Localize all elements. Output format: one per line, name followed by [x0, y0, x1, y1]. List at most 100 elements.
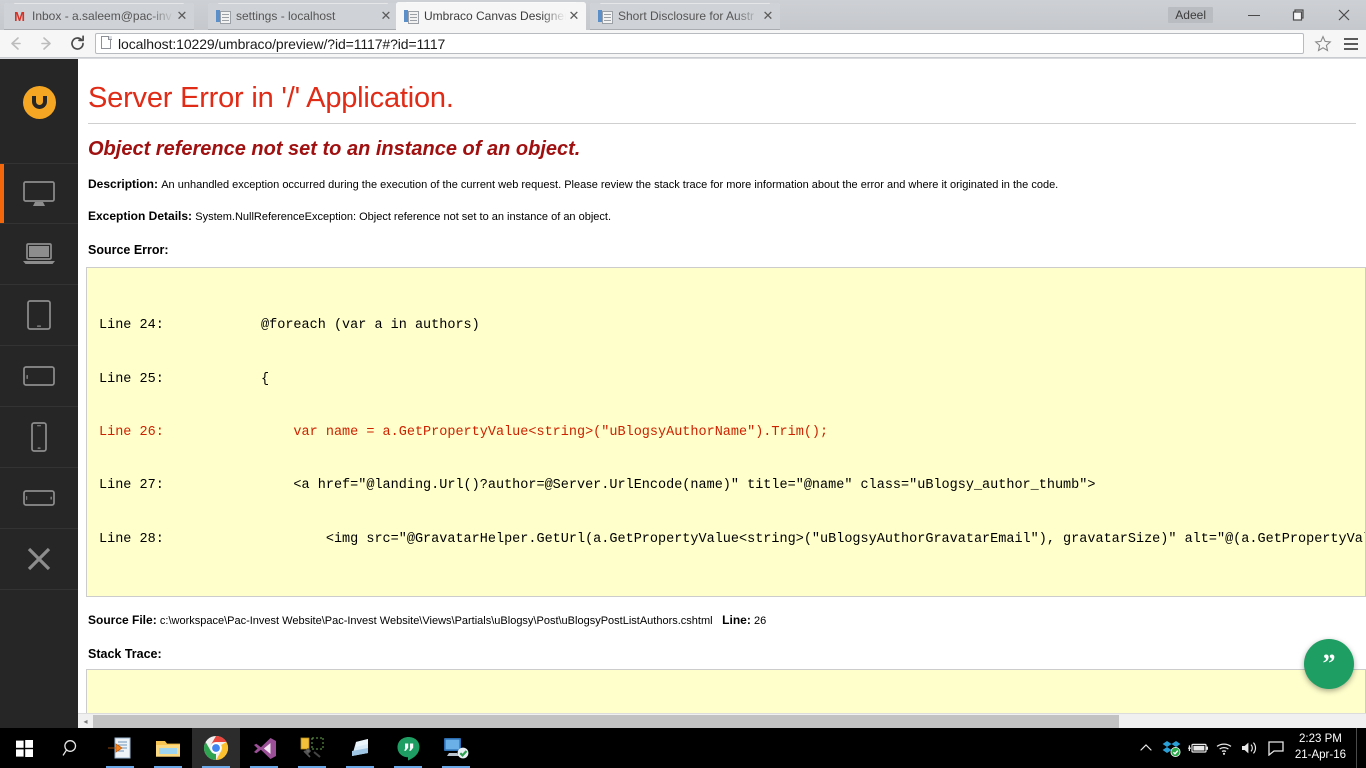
reload-icon[interactable] [62, 30, 93, 58]
battery-charging-icon [1187, 743, 1208, 753]
tab-close-icon[interactable]: ✕ [566, 8, 582, 24]
window-caption-controls: Adeel [1168, 0, 1366, 30]
chat-widget-button[interactable]: ” [1304, 639, 1354, 689]
browser-toolbar: localhost:10229/umbraco/preview/?id=1117… [0, 30, 1366, 58]
sidebar-item-preview-close[interactable] [0, 529, 78, 590]
browser-tab-short-disclosure[interactable]: Short Disclosure for Austr ✕ [590, 3, 780, 30]
tray-dropbox-icon[interactable] [1159, 728, 1185, 768]
clock-time: 2:23 PM [1299, 733, 1342, 746]
taskbar-file-explorer[interactable] [144, 728, 192, 768]
taskbar-snipping-tool[interactable] [96, 728, 144, 768]
forward-icon[interactable] [31, 30, 62, 58]
taskbar-sql-tools[interactable] [288, 728, 336, 768]
umbraco-logo-icon[interactable] [23, 86, 56, 119]
remote-desktop-icon [444, 738, 469, 759]
scrollbar-thumb[interactable] [93, 714, 1120, 728]
minimize-button[interactable] [1231, 0, 1276, 30]
user-badge[interactable]: Adeel [1168, 7, 1213, 23]
tab-strip: M Inbox - a.saleem@pac-inv ✕ settings - … [0, 0, 1366, 30]
tray-volume-icon[interactable] [1237, 728, 1263, 768]
smartphone-portrait-icon [31, 422, 47, 452]
notification-icon [1268, 741, 1284, 756]
search-icon [62, 740, 77, 756]
page-icon [216, 9, 231, 24]
exception-details-value: System.NullReferenceException: Object re… [195, 210, 612, 223]
smartphone-landscape-icon [23, 490, 55, 506]
source-error-label: Source Error: [88, 242, 169, 257]
search-button[interactable] [48, 728, 96, 768]
folder-icon [156, 741, 180, 757]
description-row: Description: An unhandled exception occu… [88, 177, 1366, 193]
error-subtitle: Object reference not set to an instance … [88, 138, 581, 160]
tablet-landscape-icon [23, 366, 55, 386]
tab-label: settings - localhost [236, 9, 336, 23]
clock-date: 21-Apr-16 [1294, 749, 1346, 761]
chevron-up-icon [1140, 744, 1152, 751]
volume-icon [1242, 742, 1257, 754]
taskbar-visual-studio[interactable] [240, 728, 288, 768]
clock[interactable]: 2:23 PM 21-Apr-16 [1289, 732, 1356, 763]
tab-label: Umbraco Canvas Designer [424, 9, 566, 23]
visual-studio-icon [253, 737, 276, 759]
browser-tab-inbox[interactable]: M Inbox - a.saleem@pac-inv ✕ [4, 3, 194, 30]
umbraco-preview-sidebar [0, 59, 78, 728]
page-icon [598, 9, 613, 24]
page-viewport: Server Error in '/' Application. Object … [78, 59, 1366, 728]
scroll-left-arrow-icon[interactable]: ◂ [78, 714, 93, 729]
asp-net-error-page: Server Error in '/' Application. Object … [78, 59, 1366, 713]
taskbar-hangouts[interactable] [384, 728, 432, 768]
start-button[interactable] [0, 728, 48, 768]
close-icon [27, 547, 51, 571]
browser-tab-umbraco-canvas-designer[interactable]: Umbraco Canvas Designer ✕ [396, 2, 586, 30]
taskbar-remote-desktop[interactable] [432, 728, 480, 768]
sidebar-item-preview-desktop[interactable] [0, 163, 78, 224]
dropbox-icon [1162, 740, 1181, 757]
show-desktop-button[interactable] [1356, 728, 1362, 768]
tray-show-hidden-icons[interactable] [1133, 728, 1159, 768]
back-icon[interactable] [0, 30, 31, 58]
line-value: 26 [754, 615, 767, 628]
source-file-row: Source File: c:\workspace\Pac-Invest Web… [88, 613, 1366, 629]
tray-battery-icon[interactable] [1185, 728, 1211, 768]
tray-wifi-icon[interactable] [1211, 728, 1237, 768]
source-code-line: Line 24: @foreach (var a in authors) [99, 318, 480, 334]
sidebar-item-preview-tablet-portrait[interactable] [0, 285, 78, 346]
chrome-menu-icon[interactable] [1336, 30, 1366, 58]
page-icon [404, 9, 419, 24]
source-file-label: Source File: [88, 613, 157, 628]
source-code-line: Line 27: <a href="@landing.Url()?author=… [99, 478, 1096, 494]
wifi-icon [1216, 743, 1232, 755]
stack-trace-codeblock: [NullReferenceException: Object referenc… [86, 669, 1366, 713]
taskbar-google-chrome[interactable] [192, 728, 240, 768]
snipping-tool-icon [108, 737, 131, 759]
exception-details-label: Exception Details: [88, 208, 193, 223]
bookmark-star-icon[interactable] [1310, 31, 1336, 57]
browser-tab-settings[interactable]: settings - localhost ✕ [208, 3, 398, 30]
url-text: localhost:10229/umbraco/preview/?id=1117… [118, 35, 446, 52]
taskbar-azure-storage[interactable] [336, 728, 384, 768]
sidebar-item-preview-laptop[interactable] [0, 224, 78, 285]
page-info-icon[interactable] [100, 36, 113, 51]
page-title: Server Error in '/' Application. [88, 82, 454, 114]
close-button[interactable] [1321, 0, 1366, 30]
tab-close-icon[interactable]: ✕ [378, 8, 394, 24]
description-value: An unhandled exception occurred during t… [161, 179, 1059, 191]
tray-action-center-icon[interactable] [1263, 728, 1289, 768]
horizontal-scrollbar[interactable]: ◂ [78, 713, 1366, 728]
tab-close-icon[interactable]: ✕ [174, 8, 190, 24]
title-divider [88, 123, 1356, 124]
azure-storage-icon [352, 739, 368, 756]
laptop-icon [23, 243, 55, 264]
maximize-button[interactable] [1276, 0, 1321, 30]
address-bar[interactable]: localhost:10229/umbraco/preview/?id=1117… [95, 33, 1304, 54]
desktop-monitor-icon [23, 180, 55, 206]
windows-logo-icon [15, 739, 33, 757]
gmail-icon: M [14, 8, 25, 24]
sidebar-item-preview-smartphone-landscape[interactable] [0, 468, 78, 529]
scrollbar-track[interactable] [93, 713, 1366, 728]
sidebar-item-preview-tablet-landscape[interactable] [0, 346, 78, 407]
chrome-icon [203, 736, 229, 760]
description-label: Description: [88, 177, 159, 191]
tab-close-icon[interactable]: ✕ [760, 8, 776, 24]
sidebar-item-preview-smartphone-portrait[interactable] [0, 407, 78, 468]
